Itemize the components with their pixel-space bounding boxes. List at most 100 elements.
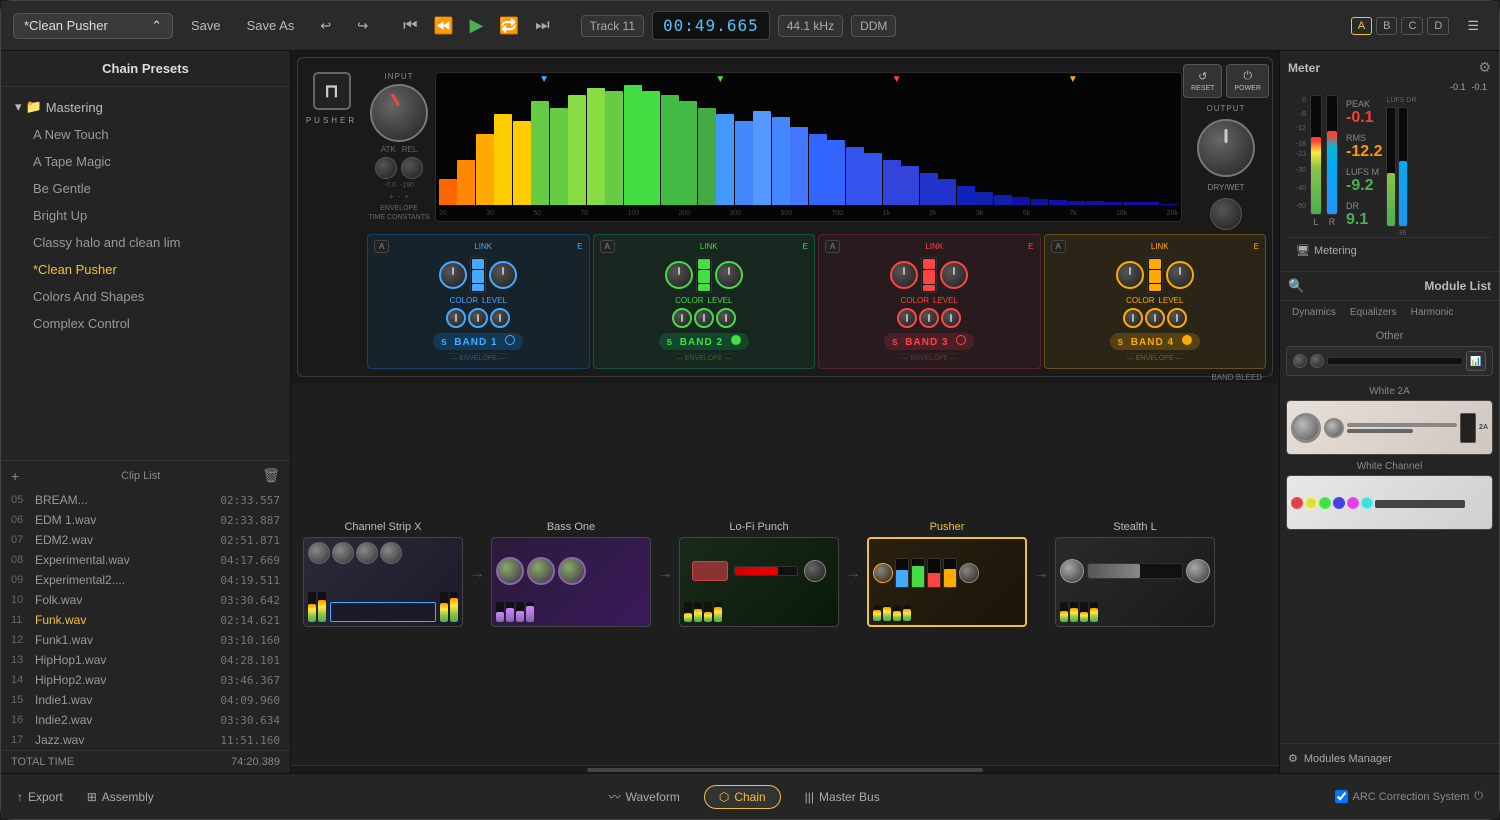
output-knob[interactable] — [1197, 119, 1255, 177]
tab-harmonic[interactable]: Harmonic — [1407, 305, 1458, 320]
save-button[interactable]: Save — [183, 14, 229, 37]
band4-drive-knob[interactable] — [1116, 261, 1144, 289]
tab-equalizers[interactable]: Equalizers — [1346, 305, 1401, 320]
chain-plugin-thumb-2[interactable] — [679, 537, 839, 627]
chain-button[interactable]: ⬡ Chain — [704, 785, 781, 809]
band4-s-btn[interactable]: S — [1118, 338, 1124, 347]
preset-item-0[interactable]: A New Touch — [1, 121, 290, 148]
reset-button[interactable]: ↺ RESET — [1183, 64, 1222, 98]
redo-button[interactable]: ↪ — [349, 14, 376, 38]
step-back-button[interactable]: ⏪ — [429, 14, 459, 38]
save-as-button[interactable]: Save As — [239, 14, 303, 37]
atk-knob[interactable] — [375, 157, 397, 179]
band3-env-knob2[interactable] — [919, 308, 939, 328]
clip-row-12[interactable]: 17 Jazz.wav 11:51.160 — [1, 730, 290, 750]
band4-env-knob3[interactable] — [1167, 308, 1187, 328]
band1-s-btn[interactable]: S — [441, 338, 447, 347]
rms-row: RMS -12.2 — [1346, 133, 1382, 161]
band3-drive-knob[interactable] — [890, 261, 918, 289]
arc-checkbox[interactable] — [1335, 790, 1348, 803]
preset-item-3[interactable]: Bright Up — [1, 202, 290, 229]
preset-item-4[interactable]: Classy halo and clean lim — [1, 229, 290, 256]
preset-item-2[interactable]: Be Gentle — [1, 175, 290, 202]
band1-level-knob[interactable] — [489, 261, 517, 289]
export-button[interactable]: ↑ Export — [17, 790, 63, 804]
clip-row-3[interactable]: 08 Experimental.wav 04:17.669 — [1, 550, 290, 570]
band4-level-knob[interactable] — [1166, 261, 1194, 289]
band2-s-btn[interactable]: S — [667, 338, 673, 347]
preset-item-7[interactable]: Complex Control — [1, 310, 290, 337]
module-other-device-thumb[interactable]: 📊 — [1286, 346, 1493, 376]
waveform-button[interactable]: 〰 Waveform — [609, 788, 680, 805]
band3-level-knob[interactable] — [940, 261, 968, 289]
dry-wet-knob[interactable] — [1210, 198, 1242, 230]
band4-active-dot[interactable] — [1182, 335, 1192, 345]
clip-row-8[interactable]: 13 HipHop1.wav 04:28.101 — [1, 650, 290, 670]
chain-plugin-thumb-0[interactable] — [303, 537, 463, 627]
clip-delete-button[interactable]: 🗑 — [262, 467, 280, 484]
band3-env-knob1[interactable] — [897, 308, 917, 328]
clip-row-4[interactable]: 09 Experimental2.... 04:19.511 — [1, 570, 290, 590]
clip-row-6[interactable]: 11 Funk.wav 02:14.621 — [1, 610, 290, 630]
module-search-button[interactable]: 🔍 — [1288, 278, 1304, 294]
band2-env-knob3[interactable] — [716, 308, 736, 328]
loop-button[interactable]: 🔁 — [494, 14, 524, 38]
band4-env-knob1[interactable] — [1123, 308, 1143, 328]
skip-forward-button[interactable]: ⏭ — [530, 15, 554, 37]
arc-correction-toggle[interactable]: ARC Correction System ⏻ — [1335, 790, 1483, 803]
menu-button[interactable]: ☰ — [1459, 14, 1487, 38]
clip-row-0[interactable]: 05 BREAM... 02:33.557 — [1, 490, 290, 510]
band1-env-knob2[interactable] — [468, 308, 488, 328]
clip-row-7[interactable]: 12 Funk1.wav 03:10.160 — [1, 630, 290, 650]
ab-btn-d[interactable]: D — [1427, 17, 1449, 35]
metering-button[interactable]: 🖥 Metering — [1288, 237, 1491, 263]
clip-row-9[interactable]: 14 HipHop2.wav 03:46.367 — [1, 670, 290, 690]
play-button[interactable]: ▶ — [464, 13, 488, 38]
chain-plugin-thumb-4[interactable] — [1055, 537, 1215, 627]
preset-item-1[interactable]: A Tape Magic — [1, 148, 290, 175]
clip-add-button[interactable]: + — [11, 468, 19, 484]
logo-text: PUSHER — [306, 116, 357, 125]
meter-settings-button[interactable]: ⚙ — [1478, 59, 1491, 76]
band1-active-dot[interactable] — [505, 335, 515, 345]
band2-drive-knob[interactable] — [665, 261, 693, 289]
undo-button[interactable]: ↩ — [312, 14, 339, 38]
track-info: Track 11 00:49.665 44.1 kHz DDM — [581, 11, 897, 40]
rel-knob[interactable] — [401, 157, 423, 179]
clip-row-1[interactable]: 06 EDM 1.wav 02:33.887 — [1, 510, 290, 530]
skip-back-button[interactable]: ⏮ — [398, 15, 422, 37]
ab-btn-c[interactable]: C — [1401, 17, 1423, 35]
band3-active-dot[interactable] — [956, 335, 966, 345]
power-button[interactable]: ⏻ POWER — [1226, 64, 1268, 98]
mastering-folder[interactable]: ▾ 📁 Mastering — [1, 93, 290, 121]
modules-manager-button[interactable]: ⚙ Modules Manager — [1280, 743, 1499, 773]
master-bus-button[interactable]: ||| Master Bus — [805, 790, 880, 804]
clip-row-10[interactable]: 15 Indie1.wav 04:09.960 — [1, 690, 290, 710]
band2-active-dot[interactable] — [731, 335, 741, 345]
chain-plugin-thumb-3[interactable] — [867, 537, 1027, 627]
preset-item-5[interactable]: *Clean Pusher — [1, 256, 290, 283]
clip-row-11[interactable]: 16 Indie2.wav 03:30.634 — [1, 710, 290, 730]
ab-btn-a[interactable]: A — [1351, 17, 1372, 35]
band2-env-knob1[interactable] — [672, 308, 692, 328]
band1-env-knob1[interactable] — [446, 308, 466, 328]
band3-env-knob3[interactable] — [941, 308, 961, 328]
band2-level-knob[interactable] — [715, 261, 743, 289]
module-white-channel-thumb[interactable] — [1286, 475, 1493, 530]
clip-row-5[interactable]: 10 Folk.wav 03:30.642 — [1, 590, 290, 610]
tab-dynamics[interactable]: Dynamics — [1288, 305, 1340, 320]
input-knob[interactable] — [370, 84, 428, 142]
preset-item-6[interactable]: Colors And Shapes — [1, 283, 290, 310]
band2-env-knob2[interactable] — [694, 308, 714, 328]
band1-drive-knob[interactable] — [439, 261, 467, 289]
preset-selector[interactable]: *Clean Pusher ⌃ — [13, 13, 173, 39]
band4-env-knob2[interactable] — [1145, 308, 1165, 328]
chain-plugin-thumb-1[interactable] — [491, 537, 651, 627]
band3-s-btn[interactable]: S — [892, 338, 898, 347]
clip-row-2[interactable]: 07 EDM2.wav 02:51.871 — [1, 530, 290, 550]
band1-env-knob3[interactable] — [490, 308, 510, 328]
ab-btn-b[interactable]: B — [1376, 17, 1397, 35]
module-white2a-thumb[interactable]: 2A — [1286, 400, 1493, 455]
assembly-button[interactable]: ⊞ Assembly — [87, 790, 154, 804]
chain-scrollbar[interactable] — [291, 765, 1279, 773]
